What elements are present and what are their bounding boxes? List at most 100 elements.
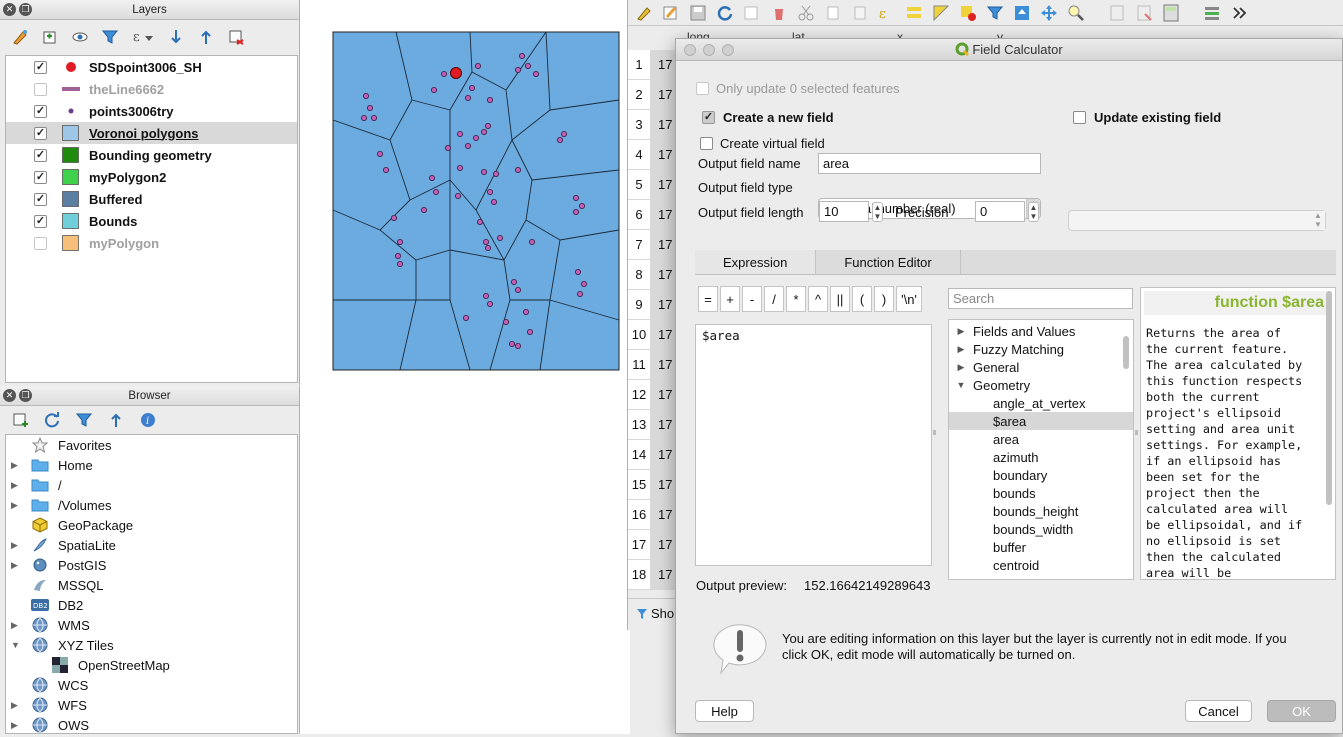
row-number[interactable]: 4: [628, 147, 650, 162]
table-row[interactable]: 8 17: [628, 259, 682, 290]
table-row[interactable]: 6 17: [628, 199, 682, 230]
browser-item[interactable]: OpenStreetMap: [6, 655, 297, 675]
splitter-handle[interactable]: [1135, 430, 1138, 435]
map-point[interactable]: [560, 130, 567, 137]
precision-input[interactable]: 0: [975, 201, 1025, 222]
copy-icon[interactable]: [823, 3, 843, 23]
add-selected-layers-icon[interactable]: [10, 410, 30, 430]
row-number[interactable]: 15: [628, 477, 650, 492]
map-point[interactable]: [428, 174, 435, 181]
layer-visibility-checkbox[interactable]: ✓: [34, 104, 47, 118]
table-row[interactable]: 12 17: [628, 379, 682, 410]
chevron-right-icon[interactable]: ▶: [11, 540, 25, 551]
update-existing-field-checkbox[interactable]: [1073, 111, 1086, 124]
function-group[interactable]: ▶ General: [949, 358, 1133, 376]
expand-all-icon[interactable]: [166, 27, 186, 47]
chevron-right-icon[interactable]: ▶: [11, 560, 25, 571]
field-calculator-icon[interactable]: [1161, 3, 1181, 23]
style-manager-icon[interactable]: [10, 27, 30, 47]
function-group[interactable]: ▼ Geometry: [949, 376, 1133, 394]
delete-feature-icon[interactable]: [769, 3, 789, 23]
layer-item[interactable]: theLine6662: [6, 78, 297, 100]
filter-expression-icon[interactable]: ε: [130, 27, 156, 47]
map-point[interactable]: [492, 170, 499, 177]
map-point[interactable]: [572, 208, 579, 215]
browser-item[interactable]: WCS: [6, 675, 297, 695]
browser-item[interactable]: ▶ /: [6, 475, 297, 495]
delete-field-icon[interactable]: [1134, 3, 1154, 23]
map-point[interactable]: [526, 328, 533, 335]
table-row[interactable]: 11 17: [628, 349, 682, 380]
close-icon[interactable]: ✕: [3, 389, 16, 402]
operator-button[interactable]: ^: [808, 286, 828, 312]
map-point[interactable]: [486, 97, 493, 104]
layer-visibility-checkbox[interactable]: [34, 82, 47, 96]
browser-item[interactable]: MSSQL: [6, 575, 297, 595]
layer-visibility-checkbox[interactable]: ✓: [34, 170, 47, 184]
map-point[interactable]: [371, 115, 378, 122]
row-number[interactable]: 14: [628, 447, 650, 462]
map-point[interactable]: [502, 318, 509, 325]
row-number[interactable]: 3: [628, 117, 650, 132]
layer-item[interactable]: ✓ Bounding geometry: [6, 144, 297, 166]
browser-item[interactable]: ▶ Home: [6, 455, 297, 475]
length-spinner[interactable]: ▲ ▼: [872, 202, 883, 222]
splitter-handle[interactable]: [933, 430, 936, 435]
map-point[interactable]: [514, 166, 521, 173]
browser-item[interactable]: ▼ XYZ Tiles: [6, 635, 297, 655]
table-row[interactable]: 1 17: [628, 49, 682, 80]
chevron-right-icon[interactable]: ▶: [949, 326, 973, 337]
create-new-field-option[interactable]: ✓ Create a new field: [702, 110, 834, 125]
table-row[interactable]: 4 17: [628, 139, 682, 170]
map-point[interactable]: [524, 63, 531, 70]
map-point[interactable]: [556, 136, 563, 143]
filter-icon[interactable]: [100, 27, 120, 47]
update-existing-field-option[interactable]: Update existing field: [1073, 110, 1221, 125]
collapse-all-icon[interactable]: [196, 27, 216, 47]
map-point[interactable]: [532, 71, 539, 78]
highlighted-point[interactable]: [450, 67, 462, 79]
map-point[interactable]: [484, 123, 491, 130]
map-point[interactable]: [522, 308, 529, 315]
table-row[interactable]: 18 17: [628, 559, 682, 590]
chevron-right-icon[interactable]: ▶: [949, 344, 973, 355]
map-point[interactable]: [464, 95, 471, 102]
map-point[interactable]: [474, 63, 481, 70]
only-update-selected-checkbox[interactable]: [696, 82, 709, 95]
chevron-right-icon[interactable]: ▶: [11, 720, 25, 731]
table-row[interactable]: 13 17: [628, 409, 682, 440]
layer-visibility-checkbox[interactable]: ✓: [34, 148, 47, 162]
voronoi-extent[interactable]: [332, 31, 620, 371]
function-item[interactable]: buffer: [949, 538, 1133, 556]
map-point[interactable]: [574, 268, 581, 275]
filter-icon[interactable]: [74, 410, 94, 430]
map-point[interactable]: [476, 218, 483, 225]
map-canvas[interactable]: [300, 0, 630, 734]
layer-visibility-checkbox[interactable]: ✓: [34, 192, 47, 206]
layer-item[interactable]: ✓ Buffered: [6, 188, 297, 210]
row-number[interactable]: 16: [628, 507, 650, 522]
table-row[interactable]: 3 17: [628, 109, 682, 140]
voronoi-map[interactable]: [300, 0, 630, 734]
function-group[interactable]: ▶ Fuzzy Matching: [949, 340, 1133, 358]
close-icon[interactable]: ✕: [3, 3, 16, 16]
operator-button[interactable]: (: [852, 286, 872, 312]
select-all-icon[interactable]: [904, 3, 924, 23]
map-point[interactable]: [462, 314, 469, 321]
row-number[interactable]: 10: [628, 327, 650, 342]
chevron-right-icon[interactable]: ▶: [11, 460, 25, 471]
map-point[interactable]: [454, 192, 461, 199]
row-number[interactable]: 1: [628, 57, 650, 72]
map-point[interactable]: [444, 144, 451, 151]
map-point[interactable]: [482, 292, 489, 299]
map-point[interactable]: [514, 342, 521, 349]
table-row[interactable]: 16 17: [628, 499, 682, 530]
operator-button[interactable]: '\n': [896, 286, 922, 312]
map-point[interactable]: [514, 67, 521, 74]
map-point[interactable]: [510, 278, 517, 285]
function-group[interactable]: ▶ Fields and Values: [949, 322, 1133, 340]
reload-icon[interactable]: [715, 3, 735, 23]
cancel-button[interactable]: Cancel: [1185, 700, 1252, 722]
map-point[interactable]: [482, 238, 489, 245]
float-icon[interactable]: ❐: [19, 3, 32, 16]
